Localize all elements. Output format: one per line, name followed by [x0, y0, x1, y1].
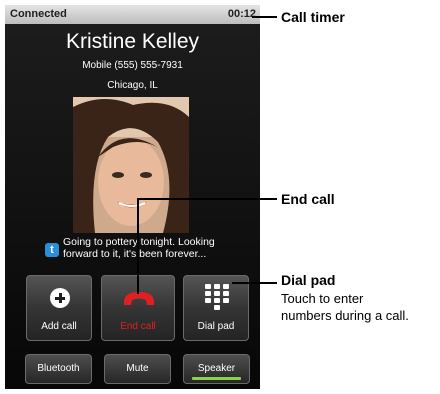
add-call-button[interactable]: Add call	[26, 275, 92, 341]
dial-pad-callout-line	[232, 282, 277, 284]
status-bar: Connected 00:12	[5, 5, 260, 24]
social-status-text: Going to pottery tonight. Looking forwar…	[63, 236, 253, 260]
dial-pad-icon	[205, 284, 229, 312]
social-status-line: forward to it, it's been forever...	[63, 248, 207, 260]
speaker-label: Speaker	[197, 363, 236, 374]
social-status-line: Going to pottery tonight. Looking	[63, 236, 215, 248]
twitter-icon: t	[45, 243, 59, 257]
dial-pad-callout-line1: Touch to enter	[281, 291, 364, 306]
end-call-callout-line-vertical	[137, 198, 139, 294]
speaker-active-indicator	[192, 377, 241, 380]
end-call-label: End call	[120, 321, 156, 332]
call-status: Connected	[10, 8, 67, 20]
end-call-icon	[124, 292, 154, 305]
call-timer-callout-line	[252, 16, 277, 18]
end-call-callout: End call	[281, 191, 335, 207]
dial-pad-callout-line2: numbers during a call.	[281, 308, 409, 323]
add-call-label: Add call	[41, 321, 77, 332]
caller-photo	[73, 97, 189, 233]
call-timer: 00:12	[227, 8, 256, 20]
dial-pad-label: Dial pad	[197, 321, 235, 332]
caller-name: Kristine Kelley	[65, 30, 200, 53]
caller-location: Chicago, IL	[107, 80, 158, 91]
dial-pad-callout: Dial pad	[281, 272, 336, 288]
speaker-button[interactable]: Speaker	[183, 354, 250, 384]
call-timer-callout: Call timer	[281, 9, 345, 25]
caller-number: Mobile (555) 555-7931	[82, 60, 183, 71]
bluetooth-button[interactable]: Bluetooth	[25, 354, 92, 384]
dial-pad-button[interactable]: Dial pad	[183, 275, 249, 341]
add-icon	[50, 288, 70, 308]
mute-button[interactable]: Mute	[104, 354, 171, 384]
phone-screen: Connected 00:12 Kristine Kelley Mobile (…	[5, 5, 260, 389]
end-call-callout-line	[137, 198, 277, 200]
dial-pad-callout-description: Touch to enter numbers during a call.	[281, 290, 409, 324]
